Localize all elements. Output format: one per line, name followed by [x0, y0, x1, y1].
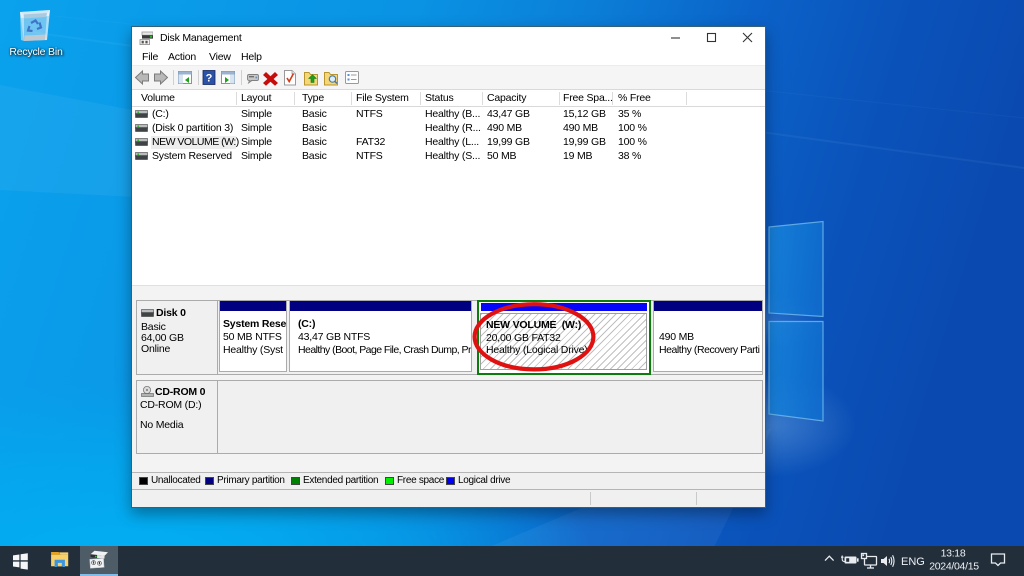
svg-text:13:18: 13:18: [941, 548, 966, 560]
svg-text:2024/04/15: 2024/04/15: [929, 561, 979, 573]
svg-text:ENG: ENG: [901, 556, 925, 568]
svg-text:?: ?: [206, 73, 213, 85]
